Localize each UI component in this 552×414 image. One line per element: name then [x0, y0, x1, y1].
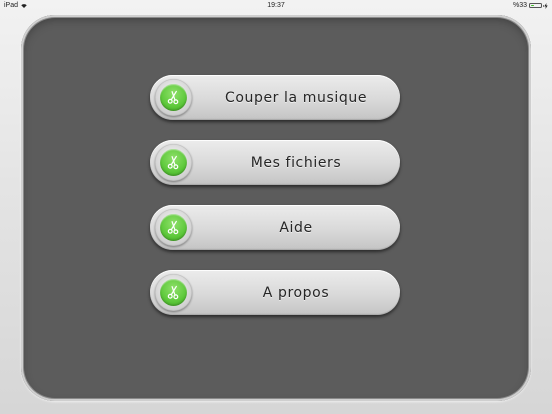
- help-label: Aide: [279, 219, 313, 236]
- status-time: 19:37: [267, 2, 285, 9]
- button-badge: [155, 79, 192, 116]
- battery-level-fill: [531, 5, 534, 6]
- scissors-icon: [167, 285, 179, 300]
- scissors-icon: [167, 90, 179, 105]
- battery-icon: [529, 3, 544, 8]
- my-files-label: Mes fichiers: [250, 154, 342, 171]
- button-badge: [155, 274, 192, 311]
- badge-green-circle: [160, 214, 187, 241]
- about-button[interactable]: A propos: [150, 270, 400, 315]
- cut-music-label: Couper la musique: [224, 89, 368, 106]
- status-bar: iPad 19:37 %33: [0, 0, 552, 12]
- about-label: A propos: [262, 284, 330, 301]
- button-badge: [155, 209, 192, 246]
- my-files-button[interactable]: Mes fichiers: [150, 140, 400, 185]
- badge-green-circle: [160, 149, 187, 176]
- status-bar-right: %33: [513, 2, 548, 9]
- badge-green-circle: [160, 84, 187, 111]
- cut-music-button[interactable]: Couper la musique: [150, 75, 400, 120]
- scissors-icon: [167, 220, 179, 235]
- scissors-icon: [167, 155, 179, 170]
- charging-bolt-icon: [544, 2, 548, 9]
- button-badge: [155, 144, 192, 181]
- help-button[interactable]: Aide: [150, 205, 400, 250]
- battery-percentage: %33: [512, 2, 527, 9]
- badge-green-circle: [160, 279, 187, 306]
